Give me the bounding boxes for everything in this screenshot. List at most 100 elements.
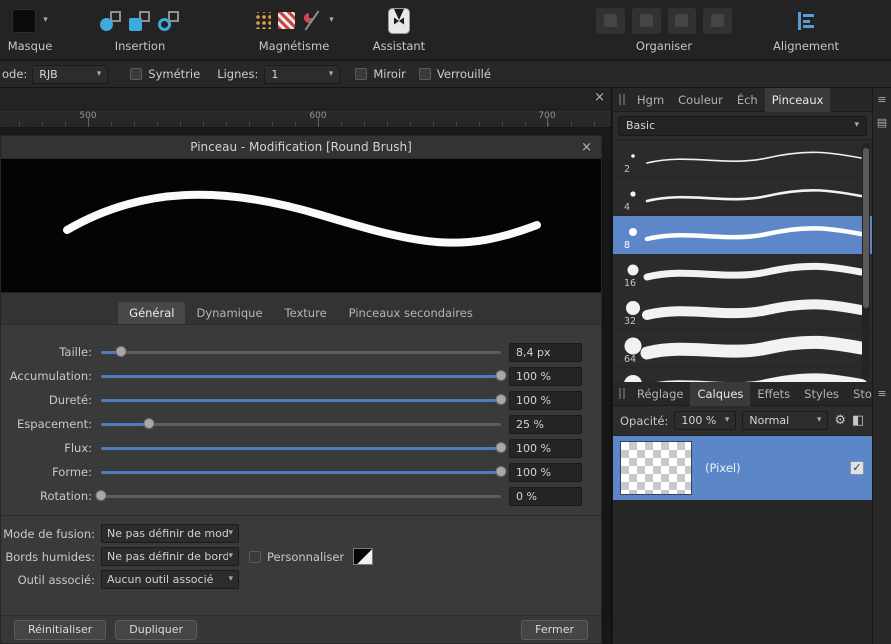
slider-value-box[interactable]: 100 % bbox=[509, 462, 582, 482]
slider-row: Dureté: 100 % bbox=[1, 388, 601, 412]
insert-inside-icon[interactable] bbox=[129, 10, 151, 32]
chevron-down-icon[interactable]: ▾ bbox=[43, 16, 48, 25]
brush-item[interactable] bbox=[613, 368, 872, 382]
brush-size-label: 32 bbox=[624, 316, 637, 327]
brush-item[interactable]: 4 bbox=[613, 178, 872, 216]
dialog-close-icon[interactable]: × bbox=[581, 136, 592, 159]
lines-select[interactable]: 1 ▾ bbox=[264, 64, 341, 84]
wet-edges-profile-swatch[interactable] bbox=[353, 548, 374, 565]
panel-menu-icon[interactable]: ≡ bbox=[873, 93, 891, 106]
slider-fill bbox=[101, 423, 149, 426]
symmetry-checkbox[interactable] bbox=[130, 68, 143, 80]
slider-thumb[interactable] bbox=[115, 346, 127, 357]
panel-drag-handle[interactable] bbox=[619, 388, 625, 399]
brush-item[interactable]: 64 bbox=[613, 330, 872, 368]
context-toolbar: ode: RJB ▾ Symétrie Lignes: 1 ▾ Miroir V… bbox=[0, 61, 891, 88]
dialog-tab-bar: Général Dynamique Texture Pinceaux secon… bbox=[1, 293, 601, 325]
slider-thumb[interactable] bbox=[143, 418, 155, 429]
slider-track[interactable] bbox=[95, 484, 501, 508]
slider-track[interactable] bbox=[101, 364, 507, 388]
slider-value-box[interactable]: 8,4 px bbox=[509, 342, 582, 362]
close-document-icon[interactable]: × bbox=[594, 91, 605, 104]
magnet-icon[interactable] bbox=[302, 10, 322, 32]
opacity-label: Opacité: bbox=[620, 413, 669, 428]
slider-track[interactable] bbox=[101, 460, 507, 484]
dialog-title-bar[interactable]: Pinceau - Modification [Round Brush] × bbox=[1, 136, 601, 159]
slider-thumb[interactable] bbox=[495, 394, 507, 405]
layer-blend-mode-select[interactable]: Normal ▾ bbox=[742, 411, 829, 430]
duplicate-button[interactable]: Dupliquer bbox=[115, 619, 198, 640]
toolbar-group-assistant: Assistant bbox=[362, 4, 436, 53]
chevron-down-icon[interactable]: ▾ bbox=[329, 16, 334, 25]
reset-button[interactable]: Réinitialiser bbox=[14, 619, 107, 640]
slider-track[interactable] bbox=[101, 412, 501, 436]
panel-drag-handle[interactable] bbox=[619, 94, 625, 105]
tab-pinceaux-secondaires[interactable]: Pinceaux secondaires bbox=[338, 302, 484, 324]
tab-general[interactable]: Général bbox=[118, 302, 186, 324]
alignment-icon[interactable] bbox=[797, 11, 815, 30]
wet-edges-select[interactable]: Ne pas définir de bords h ▾ bbox=[101, 547, 239, 566]
document-tab-bar: × bbox=[0, 88, 611, 110]
slider-value-box[interactable]: 0 % bbox=[509, 486, 582, 506]
associated-tool-value: Aucun outil associé bbox=[107, 573, 214, 586]
brush-tip-dot bbox=[626, 301, 640, 315]
slider-track[interactable] bbox=[101, 388, 507, 412]
color-mode-select[interactable]: RJB ▾ bbox=[32, 64, 109, 84]
slider-thumb[interactable] bbox=[495, 370, 507, 381]
tab-texture[interactable]: Texture bbox=[274, 302, 338, 324]
layer-item-selected[interactable]: (Pixel) ✓ bbox=[613, 436, 872, 500]
brush-item-selected[interactable]: 8 bbox=[613, 216, 872, 254]
panel-menu-icon[interactable]: ≡ bbox=[873, 387, 891, 400]
mask-icon[interactable] bbox=[12, 8, 37, 33]
scrollbar-thumb[interactable] bbox=[863, 148, 869, 308]
slider-track[interactable] bbox=[101, 340, 501, 364]
toolbar-group-insertion: Insertion bbox=[84, 4, 196, 53]
brush-item[interactable]: 2 bbox=[613, 140, 872, 178]
tab-styles[interactable]: Styles bbox=[797, 382, 846, 406]
toolbar-group-organiser: Organiser bbox=[596, 4, 732, 53]
insert-behind-icon[interactable] bbox=[100, 10, 122, 32]
slider-label: Flux: bbox=[64, 441, 92, 455]
snap-candidates-icon[interactable] bbox=[278, 12, 296, 29]
tab-pinceaux[interactable]: Pinceaux bbox=[764, 87, 831, 112]
layer-visibility-checkbox[interactable]: ✓ bbox=[850, 461, 864, 475]
brush-item[interactable]: 16 bbox=[613, 254, 872, 292]
slider-track[interactable] bbox=[101, 436, 507, 460]
slider-thumb[interactable] bbox=[95, 490, 107, 501]
list-view-icon[interactable]: ▤ bbox=[873, 116, 891, 129]
tab-histogram[interactable]: Hgm bbox=[630, 88, 671, 112]
snap-grid-icon[interactable] bbox=[254, 12, 272, 29]
ruler-tick-label: 500 bbox=[79, 111, 97, 121]
brush-item[interactable]: 32 bbox=[613, 292, 872, 330]
blend-ranges-icon[interactable]: ◧ bbox=[852, 413, 864, 428]
tab-couleur[interactable]: Couleur bbox=[671, 88, 730, 112]
blend-mode-select[interactable]: Ne pas définir de mode d ▾ bbox=[101, 524, 239, 543]
tab-effets[interactable]: Effets bbox=[750, 382, 797, 406]
brush-category-select[interactable]: Basic ▾ bbox=[618, 115, 867, 136]
slider-value-box[interactable]: 100 % bbox=[509, 366, 582, 386]
tab-dynamique[interactable]: Dynamique bbox=[185, 302, 273, 324]
layer-thumbnail[interactable] bbox=[620, 441, 692, 495]
opacity-select[interactable]: 100 % ▾ bbox=[674, 411, 737, 430]
tab-reglage[interactable]: Réglage bbox=[630, 382, 690, 406]
associated-tool-label: Outil associé: bbox=[17, 572, 95, 587]
slider-thumb[interactable] bbox=[495, 442, 507, 453]
slider-value-box[interactable]: 100 % bbox=[509, 390, 582, 410]
close-dialog-button[interactable]: Fermer bbox=[521, 619, 588, 640]
gear-icon[interactable]: ⚙ bbox=[834, 413, 846, 428]
mirror-checkbox[interactable] bbox=[355, 68, 368, 80]
tab-calques[interactable]: Calques bbox=[690, 381, 751, 406]
assistant-tuxedo-icon[interactable] bbox=[388, 7, 410, 34]
associated-tool-select[interactable]: Aucun outil associé ▾ bbox=[101, 570, 239, 589]
ruler-tick-label: 700 bbox=[538, 111, 556, 121]
locked-checkbox[interactable] bbox=[418, 68, 431, 80]
insert-on-top-icon[interactable] bbox=[158, 10, 180, 32]
personnaliser-checkbox[interactable] bbox=[249, 550, 261, 563]
scrollbar[interactable] bbox=[862, 143, 870, 379]
tab-echantillon[interactable]: Éch bbox=[730, 88, 765, 112]
dialog-footer: Réinitialiser Dupliquer Fermer bbox=[1, 615, 601, 643]
brush-stroke-sample bbox=[640, 335, 867, 360]
slider-value-box[interactable]: 25 % bbox=[509, 414, 582, 434]
slider-value-box[interactable]: 100 % bbox=[509, 438, 582, 458]
slider-thumb[interactable] bbox=[495, 466, 507, 477]
